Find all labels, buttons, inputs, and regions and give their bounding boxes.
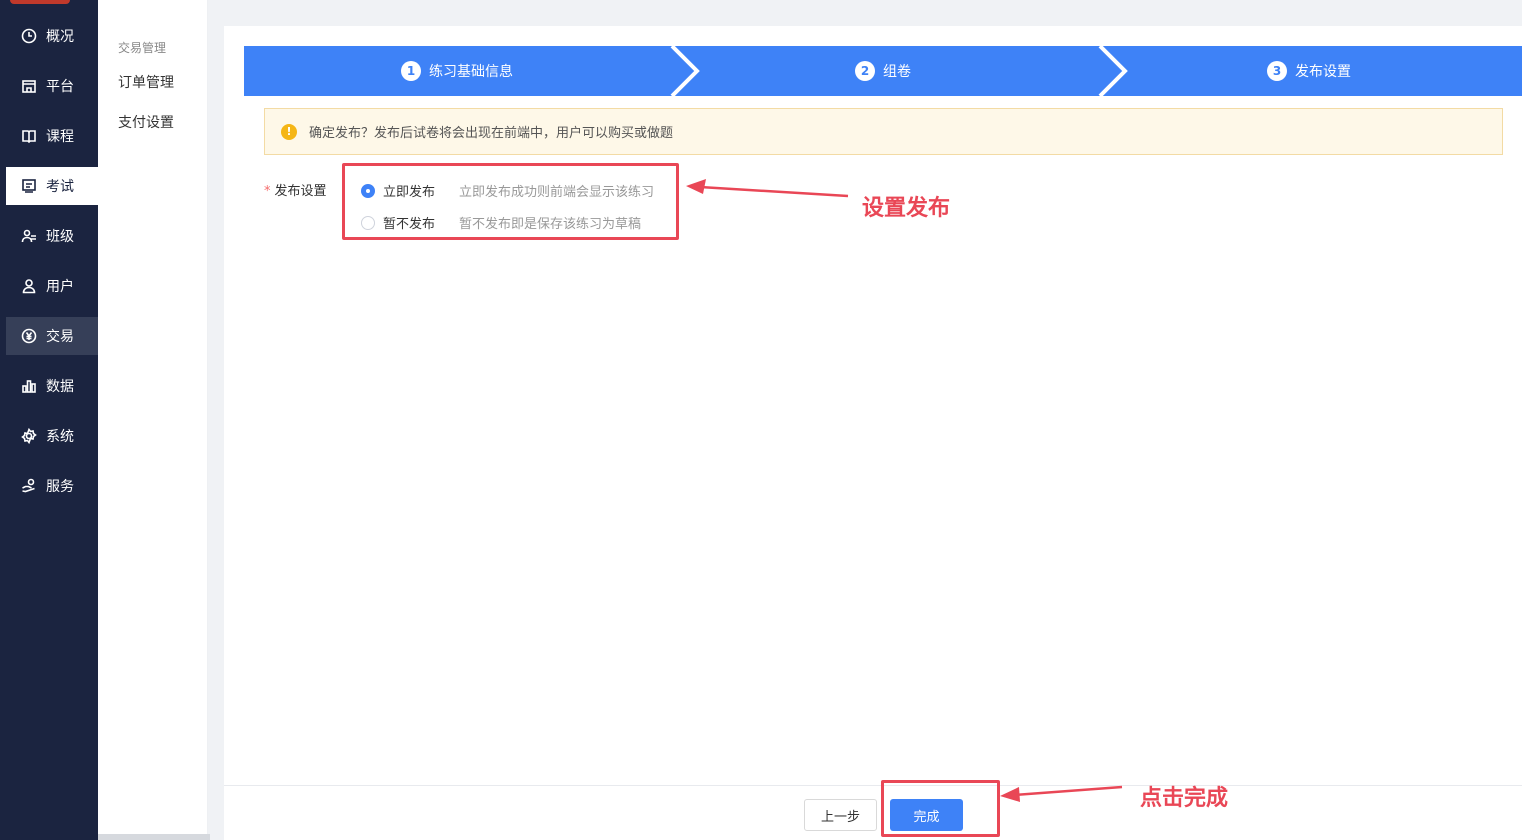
nav-item-platform[interactable]: 平台 [6, 67, 98, 105]
step-basic-info: 1 练习基础信息 [244, 46, 670, 96]
step-label: 组卷 [883, 64, 911, 80]
publish-setting-label: * 发布设置 [264, 184, 327, 199]
user-icon [20, 277, 38, 295]
step-number: 3 [1267, 61, 1287, 81]
prev-step-button[interactable]: 上一步 [804, 799, 877, 831]
bar-chart-icon [20, 377, 38, 395]
nav-item-label: 概况 [46, 29, 74, 45]
logo-fragment [10, 0, 70, 4]
nav-item-trade[interactable]: 交易 [6, 317, 98, 355]
nav-item-label: 用户 [46, 279, 74, 295]
submenu-item-payment[interactable]: 支付设置 [118, 112, 174, 132]
nav-item-system[interactable]: 系统 [6, 417, 98, 455]
step-number: 2 [855, 61, 875, 81]
annotation-box-publish [342, 163, 679, 240]
nav-item-label: 服务 [46, 479, 74, 495]
exam-icon [20, 177, 38, 195]
warning-icon: ! [281, 123, 297, 140]
nav-item-label: 课程 [46, 129, 74, 145]
class-icon [20, 227, 38, 245]
sub-menu: 交易管理 订单管理 支付设置 [98, 0, 208, 840]
yen-icon [20, 327, 38, 345]
step-label: 练习基础信息 [429, 64, 513, 80]
service-icon [20, 477, 38, 495]
annotation-box-done [881, 780, 1000, 837]
confirm-alert: ! 确定发布？发布后试卷将会出现在前端中，用户可以购买或做题 [264, 108, 1503, 155]
horizontal-scrollbar[interactable] [98, 834, 210, 840]
nav-item-exam[interactable]: 考试 [6, 167, 98, 205]
nav-item-course[interactable]: 课程 [6, 117, 98, 155]
main-panel: 1 练习基础信息 2 组卷 3 发布设置 ! 确定发布？发布后试卷将会出现在前端… [224, 26, 1522, 840]
annotation-text-publish: 设置发布 [862, 195, 951, 221]
nav-item-label: 班级 [46, 229, 74, 245]
nav-item-user[interactable]: 用户 [6, 267, 98, 305]
store-icon [20, 77, 38, 95]
nav-item-label: 平台 [46, 79, 74, 95]
nav-item-label: 系统 [46, 429, 74, 445]
alert-text: 确定发布？发布后试卷将会出现在前端中，用户可以购买或做题 [309, 126, 674, 141]
main-nav: 概况 平台 课程 考试 班级 用户 交易 数据 系统 服务 [0, 0, 98, 840]
clock-icon [20, 27, 38, 45]
nav-item-service[interactable]: 服务 [6, 467, 98, 505]
nav-item-overview[interactable]: 概况 [6, 17, 98, 55]
step-publish-settings: 3 发布设置 [1096, 46, 1522, 96]
gear-icon [20, 427, 38, 445]
footer-bar: 上一步 完成 [224, 785, 1522, 840]
step-compose: 2 组卷 [670, 46, 1096, 96]
nav-item-label: 交易 [46, 329, 74, 345]
book-icon [20, 127, 38, 145]
nav-item-label: 数据 [46, 379, 74, 395]
submenu-group-title: 交易管理 [118, 41, 167, 55]
step-bar: 1 练习基础信息 2 组卷 3 发布设置 [244, 46, 1522, 96]
nav-item-class[interactable]: 班级 [6, 217, 98, 255]
submenu-item-orders[interactable]: 订单管理 [118, 72, 174, 92]
nav-item-data[interactable]: 数据 [6, 367, 98, 405]
step-number: 1 [401, 61, 421, 81]
nav-item-label: 考试 [46, 179, 74, 195]
step-label: 发布设置 [1295, 64, 1351, 80]
required-mark: * [264, 184, 271, 199]
annotation-text-done: 点击完成 [1140, 785, 1229, 811]
